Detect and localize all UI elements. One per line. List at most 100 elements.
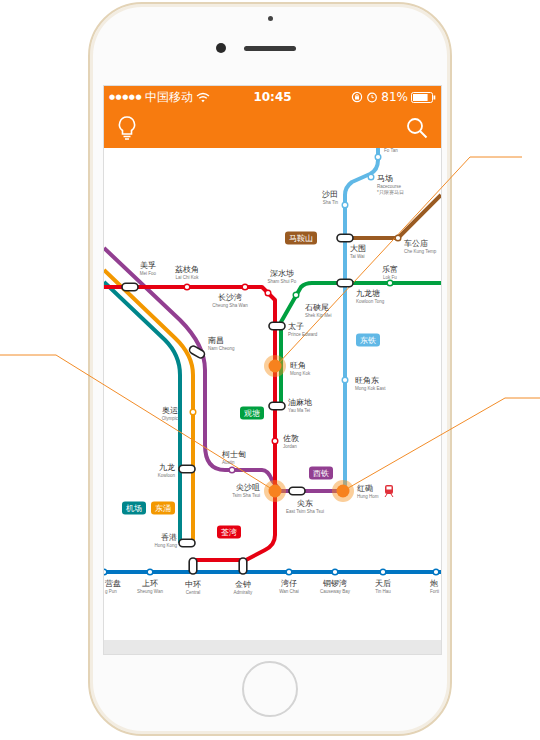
station-dot (433, 569, 439, 575)
station-dot (229, 467, 235, 473)
station[interactable]: 沙田Sha Tin (322, 190, 348, 208)
station-name: 上环 (142, 579, 158, 588)
station[interactable]: 马场Racecourse*只限赛马日 (368, 174, 404, 195)
station-name: 乐富 (382, 265, 398, 274)
screen: ●●●●● 中国移动 10:45 81% 马鞍山东铁观塘西铁荃湾机场东涌美孚Me… (104, 86, 441, 654)
station-name: 油麻地 (288, 398, 312, 407)
line-tag[interactable]: 西铁 (309, 467, 333, 480)
station-english: Mong Kok East (355, 386, 386, 391)
callout-line (0, 355, 275, 491)
line-tag[interactable]: 观塘 (240, 407, 264, 420)
station[interactable]: 尖东East Tsim Sha Tsui (286, 487, 324, 514)
station[interactable]: 美孚Mei Foo (122, 261, 157, 291)
station-english: Jordan (283, 444, 297, 449)
station[interactable]: Fo Tan (375, 148, 398, 160)
wifi-icon (196, 92, 210, 103)
station[interactable]: 旺角Mong Kok (264, 355, 311, 377)
home-button[interactable] (242, 661, 298, 717)
clock: 10:45 (253, 90, 291, 104)
station[interactable]: 乐富Lok Fu (382, 265, 398, 286)
map-canvas[interactable]: 马鞍山东铁观塘西铁荃湾 机场 东涌 美孚Mei Foo 荔枝角Lai Chi Kok 长沙… (104, 148, 441, 640)
metro-map[interactable]: 马鞍山东铁观塘西铁荃湾 机场 东涌 美孚Mei Foo 荔枝角Lai Chi Kok 长沙… (104, 148, 441, 640)
lightbulb-icon[interactable] (115, 115, 139, 141)
station-english: Lai Chi Kok (175, 275, 199, 280)
station-dot (368, 174, 374, 180)
station-name: 九龙 (159, 463, 175, 472)
interchange-marker (269, 402, 285, 410)
station-name: 香港 (161, 533, 177, 542)
interchange-marker (289, 487, 305, 495)
line-tag[interactable]: 马鞍山 (285, 232, 317, 245)
station[interactable]: 营盘g Pun (104, 569, 121, 594)
station[interactable]: 金钟Admiralty (234, 558, 254, 595)
station-english: Tsim Sha Tsui (232, 493, 260, 498)
station-dot (265, 290, 271, 296)
station-english: Tai Wai (350, 254, 365, 259)
station[interactable]: 尖沙咀Tsim Sha Tsui (232, 480, 286, 502)
station-name: 旺角东 (355, 376, 379, 385)
station-dot (272, 438, 278, 444)
station[interactable]: 湾仔Wan Chai (279, 569, 299, 594)
search-icon[interactable] (405, 116, 429, 140)
battery-fill (413, 94, 428, 101)
station[interactable]: 香港Hong Kong (154, 533, 195, 548)
line-tag[interactable]: 东涌 (151, 502, 175, 515)
station[interactable]: 南昌Nam Cheong (188, 336, 235, 359)
station-dot (342, 377, 348, 383)
station[interactable]: 天后Tin Hau (375, 569, 391, 594)
station[interactable]: 佐敦Jordan (272, 434, 299, 449)
station-name: 南昌 (208, 336, 224, 345)
station[interactable]: 铜锣湾Causeway Bay (320, 569, 351, 594)
station[interactable]: 九龙Kowloon (158, 463, 195, 478)
station-name: 荔枝角 (175, 265, 199, 274)
line-tag[interactable]: 机场 (122, 502, 146, 515)
svg-text:机场: 机场 (126, 504, 142, 513)
station[interactable]: 炮Forti (430, 569, 439, 594)
station[interactable]: 荔枝角Lai Chi Kok (175, 265, 199, 290)
station-dot (242, 284, 248, 290)
interchange-marker (188, 345, 206, 360)
svg-text:荃湾: 荃湾 (221, 528, 237, 537)
station[interactable]: 中环Central (185, 558, 201, 595)
interchange-marker (189, 558, 197, 574)
svg-text:马鞍山: 马鞍山 (289, 234, 313, 243)
station-name: 湾仔 (281, 579, 297, 588)
station-name: 深水埗 (270, 269, 294, 278)
train-icon (385, 485, 393, 497)
station-english: East Tsim Sha Tsui (286, 509, 324, 514)
phone-top (90, 4, 450, 86)
station-name: 旺角 (290, 361, 306, 370)
station[interactable]: 九龙塘Kowloon Tong (337, 279, 385, 304)
station[interactable]: 柯士甸Austin (222, 450, 246, 473)
station-english: Hong Kong (154, 543, 177, 548)
station[interactable]: 大围Tai Wai (337, 234, 366, 259)
station-english: Shek Kip Mei (305, 313, 332, 318)
station-name: 石硖尾 (305, 303, 329, 312)
highlight-halo (264, 480, 286, 502)
station[interactable]: 旺角东Mong Kok East (342, 376, 386, 391)
station[interactable]: 奥运Olympic (162, 406, 196, 421)
station[interactable]: 红磡Hung Hom (332, 480, 379, 502)
station[interactable]: 石硖尾Shek Kip Mei (293, 292, 331, 318)
station-english: Che Kung Temp (404, 249, 437, 254)
svg-text:观塘: 观塘 (244, 409, 260, 418)
station-dot (342, 202, 348, 208)
metro-line (104, 282, 180, 543)
station[interactable]: 太子Prince Edward (269, 322, 318, 337)
station[interactable]: 长沙湾Cheung Sha Wan (212, 284, 248, 308)
station[interactable]: 车公庙Che Kung Temp (395, 235, 436, 254)
station-name: 尖东 (297, 499, 313, 508)
line-tag[interactable]: 荃湾 (217, 526, 241, 539)
station[interactable]: 上环Sheung Wan (137, 569, 163, 594)
station-name: 太子 (288, 322, 304, 331)
svg-text:东涌: 东涌 (155, 504, 171, 513)
station-dot (293, 292, 299, 298)
metro-line (104, 570, 441, 574)
callout-line (276, 157, 522, 366)
interchange-marker (179, 465, 195, 473)
sensor-dot (268, 16, 273, 21)
station[interactable]: 油麻地Yau Ma Tei (269, 398, 312, 413)
line-tag[interactable]: 东铁 (356, 334, 380, 347)
station-name: 长沙湾 (218, 293, 242, 302)
station[interactable]: 深水埗Sham Shui Po (265, 269, 297, 296)
